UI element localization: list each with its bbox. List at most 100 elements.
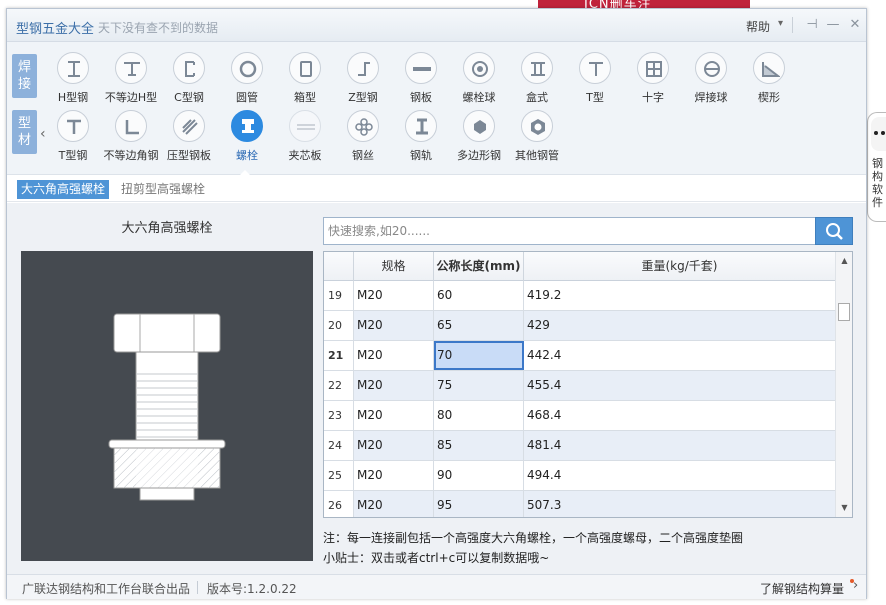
- cell-spec[interactable]: M20: [354, 491, 434, 517]
- tool-label: 钢轨: [410, 149, 432, 162]
- cell-length[interactable]: 65: [434, 311, 524, 340]
- cell-length[interactable]: 60: [434, 281, 524, 310]
- tool-c-steel[interactable]: C型钢: [157, 52, 221, 114]
- tool-label: 箱型: [294, 91, 316, 104]
- help-caret-icon[interactable]: ▾: [778, 18, 783, 29]
- cell-weight[interactable]: 429: [524, 311, 835, 340]
- tool-steel-wire[interactable]: 钢丝: [331, 110, 395, 172]
- table-row[interactable]: 26 M20 95 507.3: [324, 491, 835, 517]
- cell-length[interactable]: 90: [434, 461, 524, 490]
- tool-box-section[interactable]: 箱型: [273, 52, 337, 114]
- tool-box-type[interactable]: 盒式: [505, 52, 569, 114]
- col-header-weight[interactable]: 重量(kg/千套): [524, 252, 835, 281]
- data-table[interactable]: 规格 公称长度(mm) 重量(kg/千套) 19 M20 60 419.2 20…: [323, 251, 853, 518]
- cell-weight[interactable]: 419.2: [524, 281, 835, 310]
- table-row-selected[interactable]: 21 M20 70 442.4: [324, 341, 835, 371]
- wedge-icon: [753, 52, 785, 84]
- cell-spec[interactable]: M20: [354, 281, 434, 310]
- cell-spec[interactable]: M20: [354, 311, 434, 340]
- side-tab-profiles[interactable]: 型材: [12, 110, 37, 154]
- cell-spec[interactable]: M20: [354, 341, 434, 370]
- close-button[interactable]: ✕: [847, 16, 863, 34]
- cell-weight[interactable]: 455.4: [524, 371, 835, 400]
- table-row[interactable]: 19 M20 60 419.2: [324, 281, 835, 311]
- table-row[interactable]: 22 M20 75 455.4: [324, 371, 835, 401]
- title-divider: [792, 17, 793, 33]
- mascot-widget[interactable]: 钢构软件: [867, 112, 886, 222]
- tool-unequal-angle[interactable]: 不等边角钢: [99, 110, 163, 172]
- tab-hex-bolt[interactable]: 大六角高强螺栓: [17, 180, 110, 199]
- tool-cross[interactable]: 十字: [621, 52, 685, 114]
- t-type-icon: [579, 52, 611, 84]
- cell-spec[interactable]: M20: [354, 461, 434, 490]
- tool-unequal-h[interactable]: 不等边H型: [99, 52, 163, 114]
- tool-t-type[interactable]: T型: [563, 52, 627, 114]
- tool-label: 不等边H型: [104, 91, 158, 104]
- mascot-face-icon: [871, 117, 886, 151]
- tool-wedge[interactable]: 楔形: [737, 52, 801, 114]
- row-index: 26: [324, 491, 354, 517]
- side-tab-welding[interactable]: 焊接: [12, 54, 37, 98]
- table-row[interactable]: 24 M20 85 481.4: [324, 431, 835, 461]
- scroll-down-icon[interactable]: ▼: [836, 501, 852, 515]
- welded-ball-icon: [695, 52, 727, 84]
- table-row[interactable]: 23 M20 80 468.4: [324, 401, 835, 431]
- search-field[interactable]: [323, 217, 817, 245]
- pin-icon[interactable]: ⊣: [804, 16, 820, 34]
- cell-weight[interactable]: 442.4: [524, 341, 835, 370]
- cell-spec[interactable]: M20: [354, 431, 434, 460]
- cell-length-selected[interactable]: 70: [434, 341, 524, 370]
- help-menu[interactable]: 帮助: [746, 18, 770, 35]
- scrollbar-thumb[interactable]: [838, 303, 850, 321]
- tool-welded-ball[interactable]: 焊接球: [679, 52, 743, 114]
- learn-more-link[interactable]: 了解钢结构算量: [760, 580, 844, 597]
- tool-polygon-steel[interactable]: 多边形钢: [447, 110, 511, 172]
- title-bar: 型钢五金大全 天下没有查不到的数据 帮助 ▾ ⊣ — ✕: [7, 9, 866, 42]
- tool-other-pipe[interactable]: 其他钢管: [505, 110, 569, 172]
- col-header-length[interactable]: 公称长度(mm): [434, 252, 524, 281]
- search-button[interactable]: [815, 217, 853, 245]
- table-row[interactable]: 25 M20 90 494.4: [324, 461, 835, 491]
- minimize-button[interactable]: —: [825, 16, 841, 34]
- tool-t-steel[interactable]: T型钢: [41, 110, 105, 172]
- tool-bolt[interactable]: 螺栓: [215, 110, 279, 172]
- unequal-h-icon: [115, 52, 147, 84]
- bolt-illustration: [21, 251, 313, 561]
- cell-weight[interactable]: 468.4: [524, 401, 835, 430]
- tool-label: C型钢: [174, 91, 204, 104]
- cell-weight[interactable]: 481.4: [524, 431, 835, 460]
- table-scrollbar[interactable]: ▲ ▼: [835, 252, 852, 517]
- steel-plate-icon: [405, 52, 437, 84]
- other-pipe-icon: [521, 110, 553, 142]
- usage-tip: 小贴士：双击或者ctrl+c可以复制数据哦~: [323, 551, 550, 565]
- chevron-right-icon[interactable]: ›: [853, 578, 858, 593]
- tab-torsion-bolt[interactable]: 扭剪型高强螺栓: [117, 180, 209, 199]
- tool-z-steel[interactable]: Z型钢: [331, 52, 395, 114]
- cell-weight[interactable]: 494.4: [524, 461, 835, 490]
- row-index: 21: [324, 341, 354, 370]
- tool-round-pipe[interactable]: 圆管: [215, 52, 279, 114]
- app-window: 型钢五金大全 天下没有查不到的数据 帮助 ▾ ⊣ — ✕ 焊接 型材 ‹ H型钢…: [6, 8, 867, 599]
- tool-steel-plate[interactable]: 钢板: [389, 52, 453, 114]
- tool-profiled-sheet[interactable]: 压型钢板: [157, 110, 221, 172]
- search-icon: [826, 223, 843, 240]
- cell-spec[interactable]: M20: [354, 401, 434, 430]
- tool-rail[interactable]: 钢轨: [389, 110, 453, 172]
- tool-sandwich-panel[interactable]: 夹芯板: [273, 110, 337, 172]
- cell-length[interactable]: 85: [434, 431, 524, 460]
- status-bar: 广联达钢结构和工作台联合出品 版本号:1.2.0.22 了解钢结构算量 ›: [7, 574, 866, 599]
- table-row[interactable]: 20 M20 65 429: [324, 311, 835, 341]
- col-header-spec[interactable]: 规格: [354, 252, 434, 281]
- cell-length[interactable]: 95: [434, 491, 524, 517]
- cell-length[interactable]: 80: [434, 401, 524, 430]
- tool-label: 钢板: [410, 91, 432, 104]
- scroll-up-icon[interactable]: ▲: [836, 254, 852, 268]
- tool-h-beam[interactable]: H型钢: [41, 52, 105, 114]
- tool-label: 焊接球: [694, 91, 728, 104]
- cell-weight[interactable]: 507.3: [524, 491, 835, 517]
- tool-bolt-ball[interactable]: 螺栓球: [447, 52, 511, 114]
- category-toolbar: 焊接 型材 ‹ H型钢 不等边H型 C型钢 圆管 箱型 Z型钢 钢板 螺栓球 盒…: [7, 42, 866, 175]
- search-input[interactable]: [324, 218, 816, 244]
- cell-spec[interactable]: M20: [354, 371, 434, 400]
- cell-length[interactable]: 75: [434, 371, 524, 400]
